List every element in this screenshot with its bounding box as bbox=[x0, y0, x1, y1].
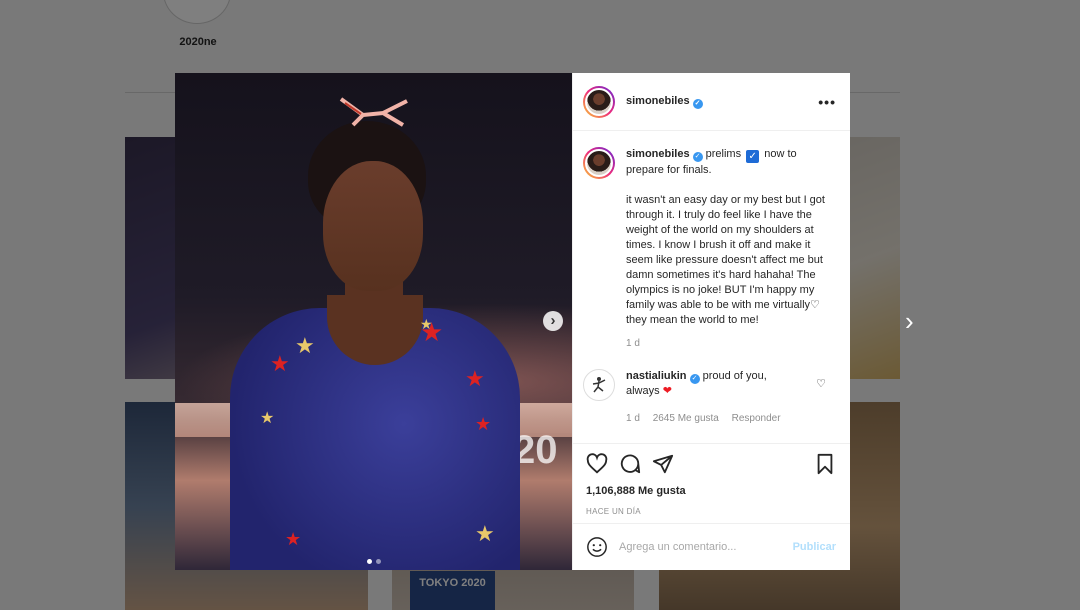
add-comment-bar: Publicar bbox=[573, 523, 850, 570]
more-options-icon[interactable]: ••• bbox=[818, 94, 836, 110]
commenter-username[interactable]: nastialiukin bbox=[626, 370, 687, 382]
post-sidebar: simonebiles ✓ ••• simonebiles ✓ prelims ✓ … bbox=[572, 73, 850, 570]
caption-body: it wasn't an easy day or my best but I g… bbox=[626, 194, 825, 326]
caption-username[interactable]: simonebiles bbox=[626, 148, 690, 160]
post-actions: 1,106,888 Me gusta HACE UN DÍA bbox=[573, 443, 850, 523]
comment-text: nastialiukin ✓ proud of you, always ❤ bbox=[626, 369, 796, 401]
hair-ribbon bbox=[339, 97, 408, 127]
star-decoration: ★ bbox=[295, 333, 315, 358]
verified-badge-icon: ✓ bbox=[689, 374, 700, 384]
comment-item: nastialiukin ✓ proud of you, always ❤ ♡ bbox=[583, 369, 836, 401]
share-send-icon[interactable] bbox=[652, 453, 674, 475]
carousel-next-button[interactable]: › bbox=[543, 311, 563, 331]
author-username[interactable]: simonebiles ✓ bbox=[626, 95, 703, 109]
star-decoration: ★ bbox=[465, 366, 485, 391]
check-mark-emoji-icon: ✓ bbox=[746, 150, 760, 163]
author-avatar[interactable] bbox=[583, 85, 615, 118]
star-decoration: ★ bbox=[270, 351, 290, 376]
caption-text: simonebiles ✓ prelims ✓ now to prepare fo… bbox=[626, 147, 831, 328]
post-caption: simonebiles ✓ prelims ✓ now to prepare fo… bbox=[583, 147, 836, 328]
caption-intro: prelims bbox=[705, 148, 742, 160]
carousel-dot bbox=[366, 559, 372, 564]
like-heart-icon[interactable] bbox=[586, 453, 608, 475]
verified-badge-icon: ✓ bbox=[692, 98, 703, 109]
post-image[interactable]: 20 ★ ★ ★ ★ ★ ★ ★ ★ ★ › bbox=[175, 73, 572, 570]
publish-button[interactable]: Publicar bbox=[793, 541, 836, 553]
star-decoration: ★ bbox=[475, 414, 492, 434]
next-post-arrow-icon[interactable]: › bbox=[905, 308, 914, 334]
comment-age: 1 d bbox=[626, 413, 640, 424]
caption-author-avatar[interactable] bbox=[583, 147, 615, 179]
emoji-picker-icon[interactable] bbox=[586, 536, 608, 558]
carousel-dot bbox=[375, 559, 381, 564]
like-comment-heart-icon[interactable]: ♡ bbox=[816, 377, 826, 390]
caption-age: 1 d bbox=[626, 338, 640, 349]
commenter-avatar[interactable] bbox=[583, 369, 615, 401]
carousel-indicator bbox=[175, 551, 572, 569]
save-bookmark-icon[interactable] bbox=[814, 453, 836, 475]
comment-like-count[interactable]: 2645 Me gusta bbox=[653, 413, 719, 424]
reply-button[interactable]: Responder bbox=[732, 413, 781, 424]
comment-bubble-icon[interactable] bbox=[619, 453, 641, 475]
red-heart-emoji-icon: ❤ bbox=[662, 385, 672, 397]
like-count[interactable]: 1,106,888 Me gusta bbox=[586, 485, 836, 497]
star-decoration: ★ bbox=[285, 529, 302, 549]
star-decoration: ★ bbox=[475, 521, 495, 546]
athlete-face bbox=[323, 161, 423, 291]
comment-input[interactable] bbox=[619, 541, 793, 553]
post-header: simonebiles ✓ ••• bbox=[573, 73, 850, 131]
post-modal: 20 ★ ★ ★ ★ ★ ★ ★ ★ ★ › simonebiles✓ ••• bbox=[175, 73, 850, 570]
comment-meta: 1 d 2645 Me gusta Responder bbox=[626, 413, 836, 424]
star-decoration: ★ bbox=[260, 410, 275, 427]
verified-badge-icon: ✓ bbox=[692, 152, 703, 162]
gymnast-silhouette-icon bbox=[592, 377, 606, 393]
comments-section: simonebiles ✓ prelims ✓ now to prepare fo… bbox=[573, 131, 850, 443]
post-timestamp[interactable]: HACE UN DÍA bbox=[586, 507, 836, 516]
star-decoration: ★ bbox=[420, 317, 444, 347]
